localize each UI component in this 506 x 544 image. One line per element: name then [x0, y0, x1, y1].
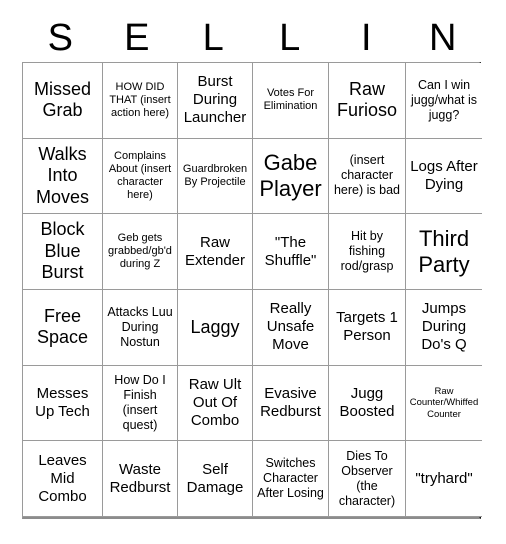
- bingo-cell-label: Geb gets grabbed/gb'd during Z: [108, 232, 172, 271]
- bingo-cell-label: Gabe Player: [259, 149, 322, 201]
- bingo-cell-label: Third Party: [418, 225, 470, 277]
- bingo-cell-r5-c4[interactable]: Dies To Observer (the character): [329, 441, 406, 517]
- bingo-cell-label: Guardbroken By Projectile: [182, 162, 248, 188]
- bingo-cell-label: Block Blue Burst: [40, 219, 85, 283]
- bingo-cell-label: Jumps During Do's Q: [421, 300, 467, 354]
- bingo-cell-label: Hit by fishing rod/grasp: [340, 229, 394, 274]
- bingo-cell-r5-c3[interactable]: Switches Character After Losing: [253, 441, 329, 517]
- bingo-cell-r3-c1[interactable]: Attacks Luu During Nostun: [103, 289, 178, 366]
- header-letter-3: L: [279, 17, 301, 59]
- bingo-cell-r2-c1[interactable]: Geb gets grabbed/gb'd during Z: [103, 214, 178, 290]
- bingo-cell-label: Raw Counter/Whiffed Counter: [409, 385, 479, 420]
- bingo-cell-label: Missed Grab: [33, 78, 91, 121]
- bingo-cell-r4-c4[interactable]: Jugg Boosted: [329, 365, 406, 442]
- bingo-cell-label: Raw Extender: [184, 233, 246, 269]
- bingo-cell-r4-c1[interactable]: How Do I Finish (insert quest): [103, 365, 178, 442]
- bingo-cell-r4-c2[interactable]: Raw Ult Out Of Combo: [178, 365, 253, 442]
- bingo-cell-r2-c5[interactable]: Third Party: [406, 214, 482, 290]
- bingo-cell-r1-c3[interactable]: Gabe Player: [253, 138, 329, 215]
- bingo-cell-r0-c0[interactable]: Missed Grab: [23, 63, 103, 139]
- bingo-cell-label: Evasive Redburst: [260, 384, 321, 420]
- bingo-cell-r3-c3[interactable]: Really Unsafe Move: [253, 289, 329, 366]
- bingo-cell-r5-c0[interactable]: Leaves Mid Combo: [23, 441, 103, 517]
- bingo-cell-r3-c2[interactable]: Laggy: [178, 289, 253, 366]
- bingo-cell-r4-c3[interactable]: Evasive Redburst: [253, 365, 329, 442]
- bingo-cell-r0-c3[interactable]: Votes For Elimination: [253, 63, 329, 139]
- header-letter-5: N: [429, 17, 457, 59]
- bingo-cell-r2-c4[interactable]: Hit by fishing rod/grasp: [329, 214, 406, 290]
- bingo-cell-r0-c2[interactable]: Burst During Launcher: [178, 63, 253, 139]
- bingo-cell-r1-c0[interactable]: Walks Into Moves: [23, 138, 103, 215]
- bingo-card: S E L L I N Missed Grab HOW DID THAT (insert a…: [0, 0, 506, 544]
- bingo-cell-r5-c5[interactable]: "tryhard": [406, 441, 482, 517]
- bingo-cell-r0-c1[interactable]: HOW DID THAT (insert action here): [103, 63, 178, 139]
- bingo-cell-label: Dies To Observer (the character): [338, 448, 396, 508]
- bingo-cell-label: (insert character here) is bad: [333, 153, 400, 198]
- bingo-cell-r4-c0[interactable]: Messes Up Tech: [23, 365, 103, 442]
- bingo-cell-label: Switches Character After Losing: [257, 456, 324, 501]
- bingo-cell-r1-c1[interactable]: Complains About (insert character here): [103, 138, 178, 215]
- bingo-cell-label: How Do I Finish (insert quest): [114, 372, 166, 432]
- bingo-cell-label: Targets 1 Person: [336, 309, 398, 345]
- bingo-cell-r2-c0[interactable]: Block Blue Burst: [23, 214, 103, 290]
- bingo-header-letters: SELLIN: [22, 14, 481, 62]
- bingo-cell-label: Leaves Mid Combo: [38, 451, 87, 505]
- bingo-cell-label: Self Damage: [186, 460, 244, 496]
- bingo-cell-r3-c4[interactable]: Targets 1 Person: [329, 289, 406, 366]
- bingo-cell-label: Really Unsafe Move: [266, 300, 315, 354]
- bingo-cell-r2-c2[interactable]: Raw Extender: [178, 214, 253, 290]
- bingo-cell-r1-c2[interactable]: Guardbroken By Projectile: [178, 138, 253, 215]
- bingo-cell-label: "tryhard": [415, 469, 473, 487]
- bingo-cell-label: Free Space: [36, 305, 89, 348]
- bingo-cell-label: Jugg Boosted: [339, 384, 395, 420]
- bingo-cell-label: Can I win jugg/what is jugg?: [410, 77, 477, 122]
- bingo-cell-label: Raw Ult Out Of Combo: [188, 375, 242, 429]
- bingo-cell-r0-c4[interactable]: Raw Furioso: [329, 63, 406, 139]
- bingo-cell-label: Votes For Elimination: [263, 87, 318, 113]
- bingo-cell-r5-c2[interactable]: Self Damage: [178, 441, 253, 517]
- bingo-cell-r5-c1[interactable]: Waste Redburst: [103, 441, 178, 517]
- bingo-cell-r1-c5[interactable]: Logs After Dying: [406, 138, 482, 215]
- bingo-cell-r0-c5[interactable]: Can I win jugg/what is jugg?: [406, 63, 482, 139]
- bingo-cell-r3-c0[interactable]: Free Space: [23, 289, 103, 366]
- bingo-cell-label: Waste Redburst: [109, 460, 171, 496]
- header-letter-2: L: [202, 17, 224, 59]
- bingo-cell-label: Walks Into Moves: [35, 143, 89, 207]
- bingo-cell-r1-c4[interactable]: (insert character here) is bad: [329, 138, 406, 215]
- bingo-cell-label: HOW DID THAT (insert action here): [109, 80, 171, 119]
- bingo-cell-label: Attacks Luu During Nostun: [107, 304, 173, 349]
- bingo-cell-label: Complains About (insert character here): [108, 149, 172, 201]
- header-letter-1: E: [124, 17, 150, 59]
- bingo-cell-r4-c5[interactable]: Raw Counter/Whiffed Counter: [406, 365, 482, 442]
- bingo-cell-label: Raw Furioso: [336, 78, 398, 121]
- header-letter-0: S: [47, 17, 73, 59]
- bingo-cell-label: Logs After Dying: [410, 157, 478, 193]
- bingo-cell-label: Burst During Launcher: [183, 73, 247, 127]
- header-letter-4: I: [360, 17, 372, 59]
- bingo-cell-label: "The Shuffle": [264, 233, 317, 269]
- bingo-grid: Missed Grab HOW DID THAT (insert action h…: [22, 62, 482, 519]
- bingo-cell-label: Messes Up Tech: [35, 384, 90, 420]
- bingo-cell-r2-c3[interactable]: "The Shuffle": [253, 214, 329, 290]
- bingo-cell-label: Laggy: [190, 316, 240, 337]
- bingo-cell-r3-c5[interactable]: Jumps During Do's Q: [406, 289, 482, 366]
